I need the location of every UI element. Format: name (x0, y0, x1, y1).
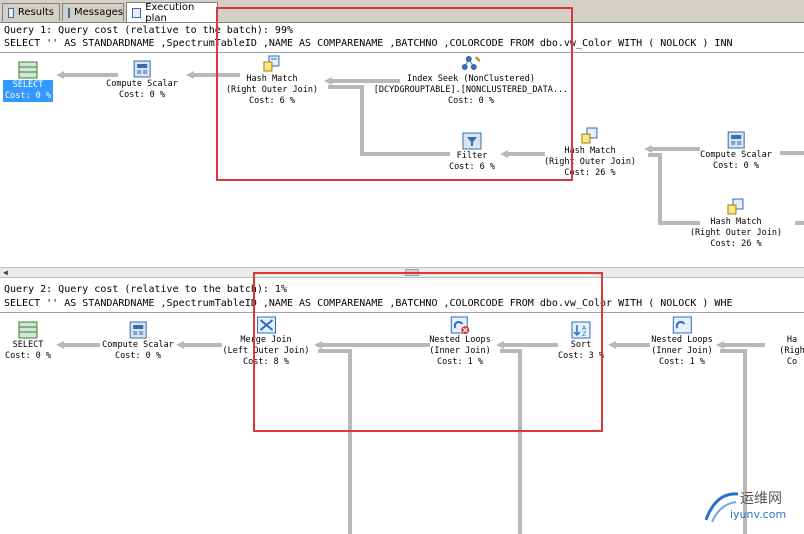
arrowhead (56, 341, 64, 349)
plan-node-hash-match-partial[interactable]: Ha (Righ Co (779, 316, 804, 368)
tab-results[interactable]: Results (2, 3, 60, 21)
plan-node-compute-scalar[interactable]: Compute Scalar Cost: 0 % (102, 321, 174, 362)
compute-scalar-icon (132, 60, 152, 78)
select-icon (18, 61, 38, 79)
messages-icon (68, 7, 70, 18)
plan-node-nested-loops-2[interactable]: Nested Loops (Inner Join) Cost: 1 % (651, 316, 713, 368)
select-icon (18, 321, 38, 339)
watermark-brand: 运维网 (740, 491, 782, 507)
highlight-box-query2 (253, 272, 603, 432)
plan-node-hash-match-3[interactable]: Hash Match (Right Outer Join) Cost: 26 % (690, 198, 782, 250)
nested-loops-icon (672, 316, 692, 334)
arrowhead (608, 341, 616, 349)
arrowhead (716, 341, 724, 349)
plan-node-select[interactable]: SELECT Cost: 0 % (5, 321, 51, 362)
highlight-box-query1 (216, 7, 573, 181)
arrowhead (644, 145, 652, 153)
compute-scalar-icon (726, 131, 746, 149)
watermark-domain: iyunv.com (730, 508, 787, 521)
arrowhead (186, 71, 194, 79)
execution-plan-icon (132, 7, 142, 18)
tab-execution-plan[interactable]: Execution plan (126, 2, 218, 24)
grid-icon (8, 7, 14, 18)
scroll-left-icon[interactable]: ◀ (3, 268, 8, 277)
compute-scalar-icon (128, 321, 148, 339)
hash-match-icon (726, 198, 746, 216)
tab-messages[interactable]: Messages (62, 3, 124, 21)
plan-node-compute-scalar-2[interactable]: Compute Scalar Cost: 0 % (700, 131, 772, 172)
hash-match-icon (782, 316, 802, 334)
plan-node-compute-scalar[interactable]: Compute Scalar Cost: 0 % (106, 60, 178, 101)
plan-node-select[interactable]: SELECT Cost: 0 % (2, 61, 54, 102)
arrowhead (56, 71, 64, 79)
hash-match-icon (580, 127, 600, 145)
arrowhead (176, 341, 184, 349)
